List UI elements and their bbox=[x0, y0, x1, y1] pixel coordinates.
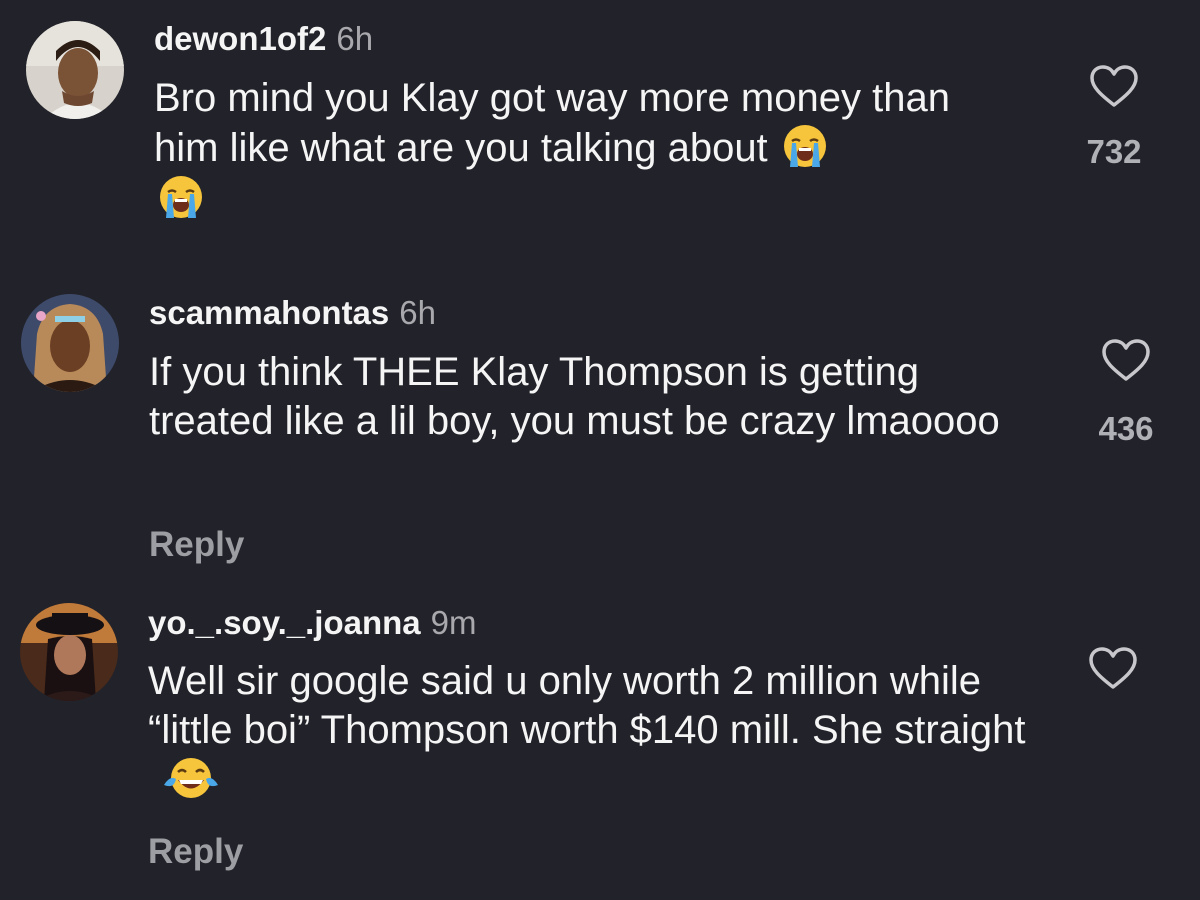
comment: dewon1of2 6h Bro mind you Klay got way mo… bbox=[0, 0, 1200, 280]
comment-body: If you think THEE Klay Thompson is getti… bbox=[149, 350, 1000, 443]
comment-text: Well sir google said u only worth 2 mill… bbox=[148, 657, 1048, 805]
like-count: 436 bbox=[1098, 410, 1154, 447]
comment-header: yo._.soy._.joanna 9m bbox=[148, 603, 477, 643]
avatar[interactable] bbox=[20, 603, 118, 701]
timestamp: 9m bbox=[430, 604, 477, 641]
avatar[interactable] bbox=[26, 21, 124, 119]
like-control: 436 bbox=[1076, 338, 1176, 448]
heart-icon[interactable] bbox=[1088, 646, 1138, 690]
username[interactable]: scammahontas bbox=[149, 294, 389, 331]
like-count: 732 bbox=[1086, 133, 1142, 170]
timestamp: 6h bbox=[399, 294, 436, 331]
comment-text: Bro mind you Klay got way more money tha… bbox=[154, 74, 1024, 173]
reply-button[interactable]: Reply bbox=[148, 832, 243, 872]
comment: yo._.soy._.joanna 9m Well sir google said… bbox=[0, 590, 1200, 900]
like-control: 732 bbox=[1064, 64, 1164, 171]
like-control bbox=[1063, 646, 1163, 690]
avatar[interactable] bbox=[21, 294, 119, 392]
comment-header: scammahontas 6h bbox=[149, 293, 436, 333]
emoji-line bbox=[158, 174, 204, 225]
timestamp: 6h bbox=[336, 20, 374, 57]
loudly-crying-face-icon bbox=[782, 123, 828, 169]
face-with-tears-of-joy-icon bbox=[162, 755, 220, 801]
comment-body: Well sir google said u only worth 2 mill… bbox=[148, 659, 1026, 752]
reply-button[interactable]: Reply bbox=[149, 525, 244, 565]
heart-icon[interactable] bbox=[1089, 64, 1139, 108]
comment-header: dewon1of2 6h bbox=[154, 19, 373, 59]
username[interactable]: dewon1of2 bbox=[154, 20, 326, 57]
username[interactable]: yo._.soy._.joanna bbox=[148, 604, 421, 641]
comment-body: Bro mind you Klay got way more money tha… bbox=[154, 76, 950, 170]
comment: scammahontas 6h If you think THEE Klay Th… bbox=[0, 280, 1200, 590]
comment-text: If you think THEE Klay Thompson is getti… bbox=[149, 348, 1049, 446]
heart-icon[interactable] bbox=[1101, 338, 1151, 382]
loudly-crying-face-icon bbox=[158, 176, 204, 224]
